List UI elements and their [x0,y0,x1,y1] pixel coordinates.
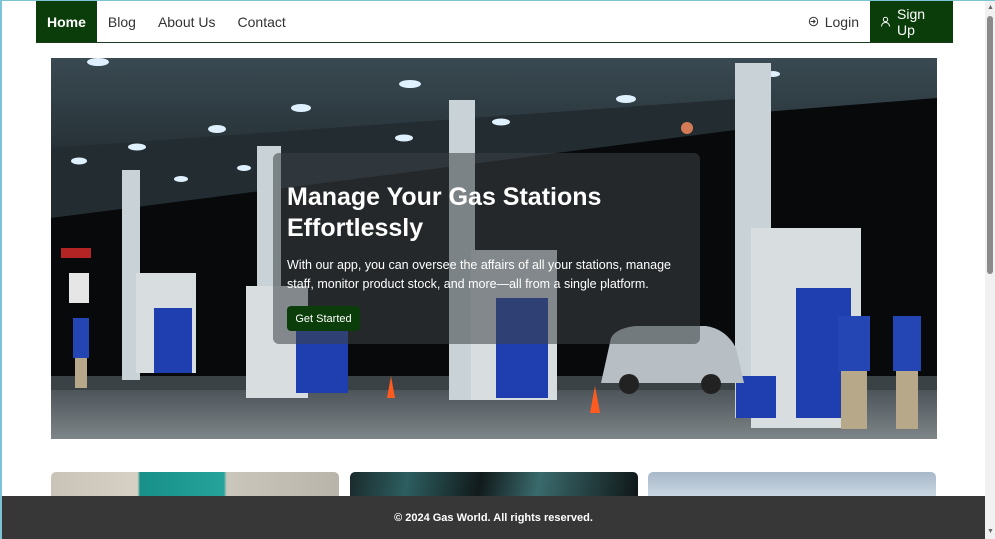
nav-link-home[interactable]: Home [36,1,97,42]
signup-button[interactable]: Sign Up [870,1,953,42]
hero-banner: Manage Your Gas Stations Effortlessly Wi… [51,58,937,439]
nav-link-blog[interactable]: Blog [97,1,147,42]
hero-title: Manage Your Gas Stations Effortlessly [287,183,602,242]
nav-auth: Login Sign Up [797,1,953,42]
scroll-up-arrow-icon[interactable]: ▲ [987,4,994,11]
nav-link-about-us[interactable]: About Us [147,1,227,42]
navbar: Home Blog About Us Contact Login Sign Up [36,1,953,43]
login-button[interactable]: Login [797,1,870,42]
vertical-scrollbar[interactable]: ▲ ▼ [985,1,995,539]
nav-links: Home Blog About Us Contact [36,1,297,42]
scrollbar-thumb[interactable] [987,16,993,274]
hero-description: With our app, you can oversee the affair… [287,258,672,291]
get-started-button[interactable]: Get Started [287,306,360,331]
scroll-down-arrow-icon[interactable]: ▼ [987,528,994,535]
login-arrow-icon [808,16,819,27]
login-label: Login [824,13,859,30]
user-icon [880,16,891,27]
footer: © 2024 Gas World. All rights reserved. [2,496,985,539]
signup-label: Sign Up [897,5,926,38]
footer-copyright: © 2024 Gas World. All rights reserved. [394,512,593,524]
nav-link-contact[interactable]: Contact [227,1,297,42]
